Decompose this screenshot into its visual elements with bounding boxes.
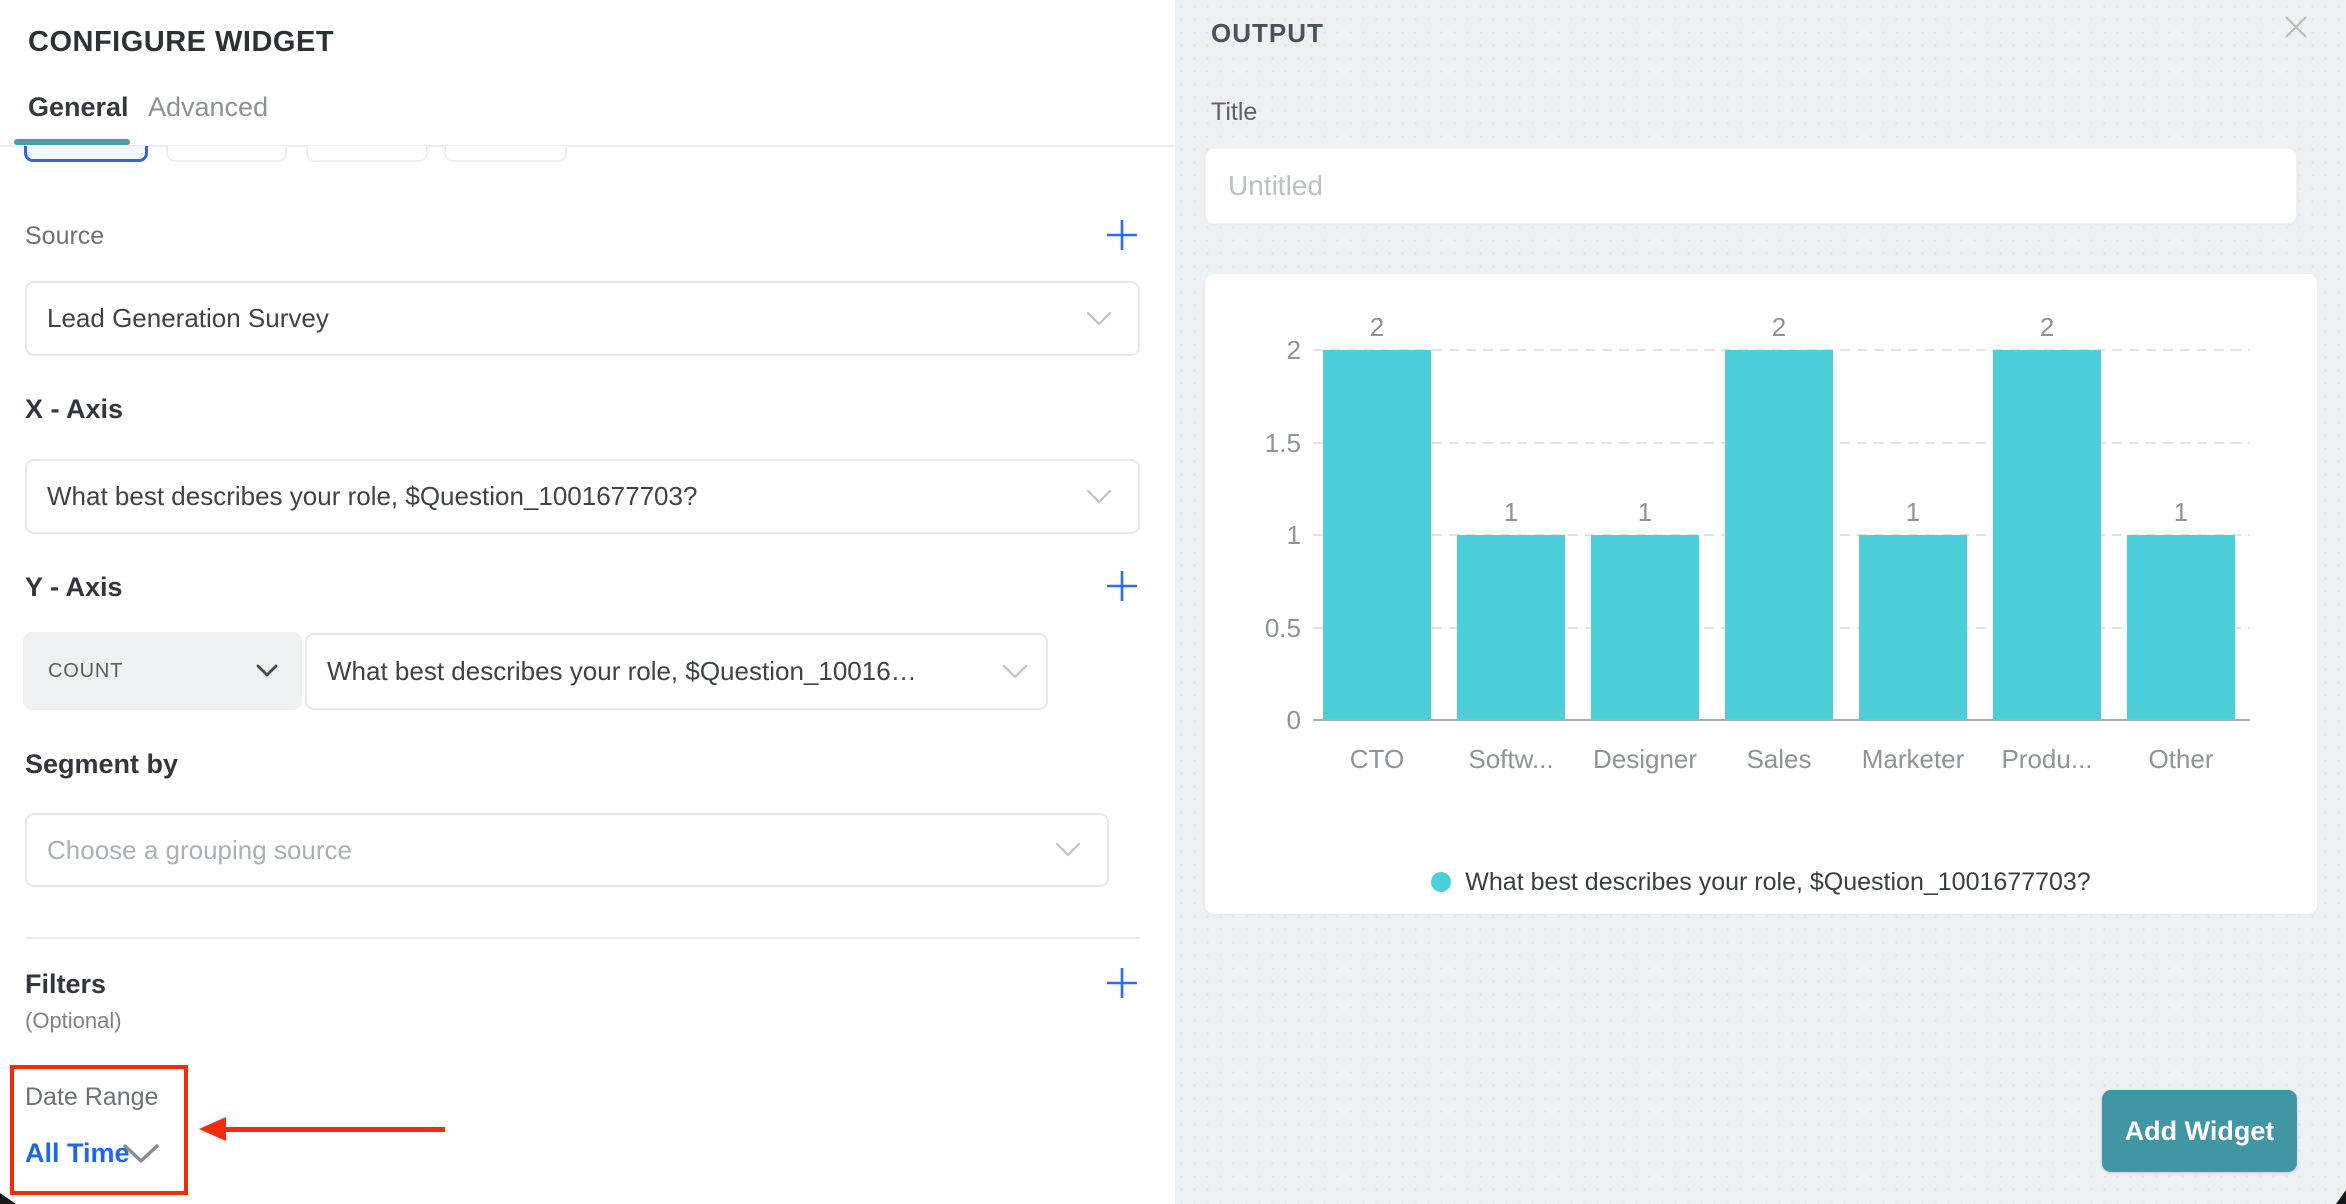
bar-value-label: 1 (1859, 497, 1967, 528)
legend-dot-icon (1431, 872, 1451, 892)
y-tick-label: 1.5 (1205, 428, 1301, 459)
tab-advanced[interactable]: Advanced (148, 92, 268, 123)
plus-icon (1104, 568, 1140, 609)
chart-type-button[interactable] (306, 146, 428, 162)
chart-plot: 00.511.522CTO1Softw...1Designer2Sales1Ma… (1205, 274, 2317, 914)
bar-value-label: 1 (1591, 497, 1699, 528)
y-axis-heading: Y - Axis (25, 572, 123, 603)
chevron-down-icon (256, 664, 278, 678)
bar-Softw... (1457, 535, 1565, 719)
output-heading: OUTPUT (1211, 18, 1324, 49)
x-category-label: Other (2114, 744, 2248, 775)
chart-type-button[interactable] (444, 146, 567, 162)
date-range-select[interactable]: All Time (25, 1138, 130, 1169)
bar-value-label: 1 (1457, 497, 1565, 528)
x-category-label: Softw... (1444, 744, 1578, 775)
x-axis-select-value: What best describes your role, $Question… (47, 481, 697, 512)
aggregation-value: COUNT (48, 660, 123, 683)
filters-optional-note: (Optional) (25, 1008, 122, 1034)
y-tick-label: 0 (1205, 705, 1301, 736)
bar-Sales (1725, 350, 1833, 719)
bar-Designer (1591, 535, 1699, 719)
bar-value-label: 2 (1993, 312, 2101, 343)
y-tick-label: 0.5 (1205, 613, 1301, 644)
plus-icon (1104, 217, 1140, 258)
close-icon (2283, 14, 2309, 45)
legend-label: What best describes your role, $Question… (1465, 868, 2090, 897)
source-label: Source (25, 222, 104, 251)
chart-preview-card: 00.511.522CTO1Softw...1Designer2Sales1Ma… (1205, 274, 2317, 914)
y-tick-label: 1 (1205, 520, 1301, 551)
widget-title-label: Title (1211, 98, 1257, 127)
chevron-down-icon (1002, 664, 1028, 680)
annotation-arrow (223, 1127, 445, 1132)
y-axis-select[interactable]: What best describes your role, $Question… (305, 633, 1048, 710)
x-category-label: CTO (1310, 744, 1444, 775)
bar-value-label: 2 (1725, 312, 1833, 343)
close-button[interactable] (2281, 14, 2311, 44)
add-y-axis-button[interactable] (1102, 568, 1142, 608)
x-category-label: Sales (1712, 744, 1846, 775)
y-axis-aggregation-select[interactable]: COUNT (23, 632, 302, 710)
divider (25, 937, 1140, 939)
bar-value-label: 2 (1323, 312, 1431, 343)
widget-title-input[interactable] (1205, 148, 2297, 224)
chart-type-button-selected[interactable] (24, 146, 148, 162)
chart-type-button[interactable] (166, 146, 287, 162)
configure-panel: CONFIGURE WIDGET General Advanced Source… (0, 0, 1175, 1204)
x-category-label: Marketer (1846, 744, 1980, 775)
y-axis-select-value: What best describes your role, $Question… (327, 656, 917, 687)
x-axis-select[interactable]: What best describes your role, $Question… (25, 459, 1140, 534)
y-tick-label: 2 (1205, 335, 1301, 366)
source-select[interactable]: Lead Generation Survey (25, 281, 1140, 356)
output-panel: OUTPUT Title 00.511.522CTO1Softw...1Desi… (1175, 0, 2346, 1204)
chart-legend: What best describes your role, $Question… (1205, 866, 2317, 898)
segment-by-heading: Segment by (25, 749, 178, 780)
chevron-down-icon[interactable] (122, 1143, 160, 1165)
chevron-down-icon (1086, 311, 1112, 327)
add-widget-button[interactable]: Add Widget (2102, 1090, 2297, 1172)
bar-CTO (1323, 350, 1431, 719)
x-axis-line (1313, 719, 2250, 721)
annotation-arrow-head (199, 1117, 226, 1141)
x-category-label: Produ... (1980, 744, 2114, 775)
add-filter-button[interactable] (1102, 965, 1142, 1005)
cursor-artifact (2336, 1190, 2346, 1204)
plus-icon (1104, 965, 1140, 1006)
chevron-down-icon (1055, 842, 1081, 858)
page-title: CONFIGURE WIDGET (28, 26, 334, 59)
x-category-label: Designer (1578, 744, 1712, 775)
source-select-value: Lead Generation Survey (47, 303, 329, 334)
filters-heading: Filters (25, 969, 106, 1000)
tab-general[interactable]: General (28, 92, 129, 123)
date-range-label: Date Range (25, 1083, 158, 1112)
chevron-down-icon (1086, 489, 1112, 505)
segment-by-placeholder: Choose a grouping source (47, 835, 352, 866)
bar-Produ... (1993, 350, 2101, 719)
bar-Marketer (1859, 535, 1967, 719)
x-axis-heading: X - Axis (25, 394, 123, 425)
add-source-button[interactable] (1102, 217, 1142, 257)
bar-value-label: 1 (2127, 497, 2235, 528)
bar-Other (2127, 535, 2235, 719)
segment-by-select[interactable]: Choose a grouping source (25, 813, 1109, 887)
cursor-artifact (0, 1193, 16, 1204)
configure-widget-screen: CONFIGURE WIDGET General Advanced Source… (0, 0, 2346, 1204)
